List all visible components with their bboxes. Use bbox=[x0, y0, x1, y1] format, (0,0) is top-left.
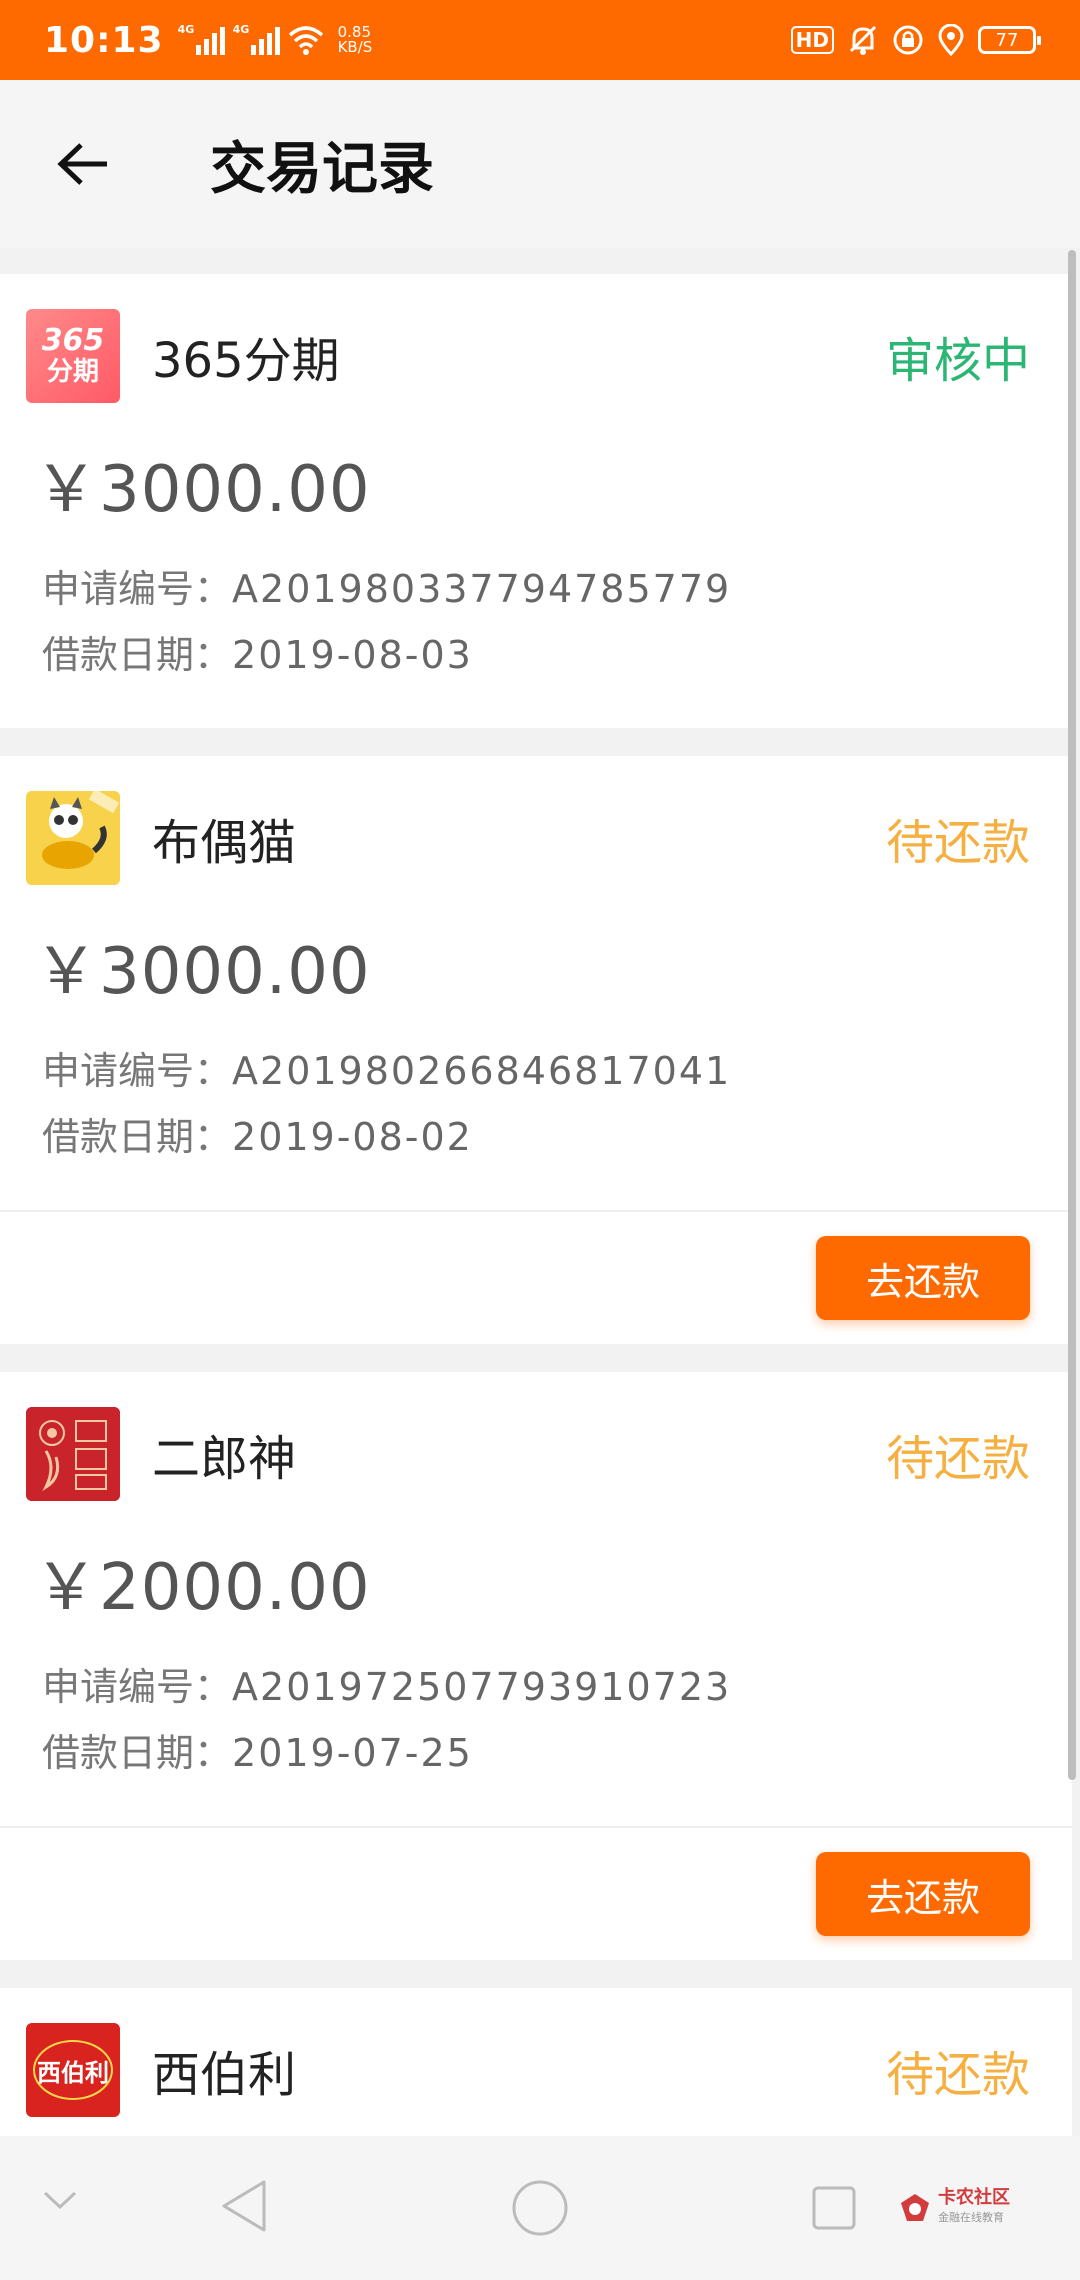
signal-icon: 4G bbox=[233, 23, 280, 55]
wifi-icon bbox=[288, 26, 323, 55]
nav-back-button[interactable] bbox=[214, 2176, 274, 2236]
application-number: A201980266846817041 bbox=[232, 1049, 732, 1093]
back-arrow-icon bbox=[57, 143, 107, 185]
chevron-down-icon bbox=[43, 2191, 77, 2210]
transaction-card[interactable]: 365 分期 365分期 审核中 ￥3000.00 申请编号：A20198033… bbox=[0, 274, 1072, 728]
battery-icon: 77 bbox=[978, 26, 1041, 54]
record-meta: 申请编号：A201980266846817041 借款日期：2019-08-02 bbox=[42, 1038, 1030, 1170]
signal-icon: 4G bbox=[178, 23, 225, 55]
record-meta: 申请编号：A201980337794785779 借款日期：2019-08-03 bbox=[42, 556, 1030, 688]
back-button[interactable] bbox=[38, 119, 128, 209]
lender-name: 二郎神 bbox=[152, 1431, 297, 1487]
cat-logo-icon bbox=[26, 791, 120, 885]
logo-text: 365 bbox=[41, 323, 105, 358]
nav-home-button[interactable] bbox=[508, 2176, 572, 2240]
status-bar: 10:13 4G 4G 0.85 KB/S HD 77 bbox=[0, 0, 1080, 80]
hd-icon: HD bbox=[790, 26, 834, 54]
loan-amount: ￥2000.00 bbox=[34, 1551, 371, 1625]
transaction-card-main[interactable]: 二郎神 待还款 ￥2000.00 申请编号：A20197250779391072… bbox=[0, 1372, 1072, 1826]
loan-date-row: 借款日期：2019-08-03 bbox=[42, 633, 473, 677]
card-header: 西伯利 西伯利 待还款 bbox=[26, 2022, 1030, 2118]
transaction-card[interactable]: 西伯利 西伯利 待还款 bbox=[0, 1988, 1072, 2158]
lender-logo-ragdoll-cat bbox=[26, 791, 120, 885]
status-left-icons: 4G 4G 0.85 KB/S bbox=[178, 23, 373, 56]
transaction-card-main[interactable]: 365 分期 365分期 审核中 ￥3000.00 申请编号：A20198033… bbox=[0, 274, 1072, 728]
status-badge: 待还款 bbox=[885, 2047, 1030, 2103]
application-number-row: 申请编号：A201980266846817041 bbox=[42, 1049, 732, 1093]
repay-button[interactable]: 去还款 bbox=[816, 1236, 1030, 1320]
lender-name: 西伯利 bbox=[152, 2047, 297, 2103]
lender-name: 365分期 bbox=[152, 333, 340, 389]
record-meta: 申请编号：A201972507793910723 借款日期：2019-07-25 bbox=[42, 1654, 1030, 1786]
loan-amount: ￥3000.00 bbox=[34, 453, 371, 527]
nav-recents-button[interactable] bbox=[806, 2180, 862, 2236]
net-speed: 0.85 KB/S bbox=[337, 23, 373, 56]
lender-logo-siberia: 西伯利 bbox=[26, 2023, 120, 2117]
card-footer: 去还款 bbox=[0, 1826, 1072, 1960]
erlangshen-logo-icon bbox=[26, 1407, 120, 1501]
card-header: 布偶猫 待还款 bbox=[26, 790, 1030, 886]
watermark-subtitle: 金融在线教育 bbox=[938, 2211, 1004, 2224]
watermark: 卡农社区 金融在线教育 bbox=[898, 2188, 1010, 2228]
application-number: A201980337794785779 bbox=[232, 567, 732, 611]
transaction-card[interactable]: 布偶猫 待还款 ￥3000.00 申请编号：A20198026684681704… bbox=[0, 756, 1072, 1344]
status-badge: 待还款 bbox=[885, 1431, 1030, 1487]
loan-date-row: 借款日期：2019-07-25 bbox=[42, 1731, 473, 1775]
nav-collapse-button[interactable] bbox=[36, 2176, 84, 2224]
lender-name: 布偶猫 bbox=[152, 815, 297, 871]
square-recents-icon bbox=[812, 2186, 856, 2230]
triangle-back-icon bbox=[222, 2180, 266, 2232]
lender-logo-365: 365 分期 bbox=[26, 309, 120, 403]
page-title: 交易记录 bbox=[210, 136, 434, 202]
app-header: 交易记录 bbox=[0, 80, 1080, 248]
transaction-card-main[interactable]: 西伯利 西伯利 待还款 bbox=[0, 1988, 1072, 2118]
loan-date: 2019-08-03 bbox=[232, 633, 473, 677]
loan-amount: ￥3000.00 bbox=[34, 935, 371, 1009]
status-time: 10:13 bbox=[44, 19, 164, 61]
logo-text: 西伯利 bbox=[33, 2040, 113, 2100]
transaction-card-main[interactable]: 布偶猫 待还款 ￥3000.00 申请编号：A20198026684681704… bbox=[0, 756, 1072, 1210]
loan-date: 2019-07-25 bbox=[232, 1731, 473, 1775]
application-number: A201972507793910723 bbox=[232, 1665, 732, 1709]
watermark-logo-icon bbox=[901, 2194, 929, 2221]
transaction-list: 365 分期 365分期 审核中 ￥3000.00 申请编号：A20198033… bbox=[0, 274, 1072, 2186]
status-badge: 审核中 bbox=[885, 333, 1030, 389]
application-number-row: 申请编号：A201980337794785779 bbox=[42, 567, 732, 611]
application-number-row: 申请编号：A201972507793910723 bbox=[42, 1665, 732, 1709]
card-header: 365 分期 365分期 审核中 bbox=[26, 308, 1030, 404]
transaction-card[interactable]: 二郎神 待还款 ￥2000.00 申请编号：A20197250779391072… bbox=[0, 1372, 1072, 1960]
bell-muted-icon bbox=[849, 25, 877, 55]
logo-text: 分期 bbox=[46, 357, 99, 387]
loan-date: 2019-08-02 bbox=[232, 1115, 473, 1159]
card-header: 二郎神 待还款 bbox=[26, 1406, 1030, 1502]
lender-logo-erlangshen bbox=[26, 1407, 120, 1501]
loan-date-row: 借款日期：2019-08-02 bbox=[42, 1115, 473, 1159]
scrollbar[interactable] bbox=[1068, 250, 1076, 1780]
status-badge: 待还款 bbox=[885, 815, 1030, 871]
circle-home-icon bbox=[512, 2180, 568, 2236]
card-footer: 去还款 bbox=[0, 1210, 1072, 1344]
location-icon bbox=[938, 24, 964, 56]
lock-rotation-icon bbox=[893, 25, 923, 55]
watermark-title: 卡农社区 bbox=[938, 2187, 1010, 2208]
status-right-icons: HD 77 bbox=[790, 24, 1041, 56]
repay-button[interactable]: 去还款 bbox=[816, 1852, 1030, 1936]
